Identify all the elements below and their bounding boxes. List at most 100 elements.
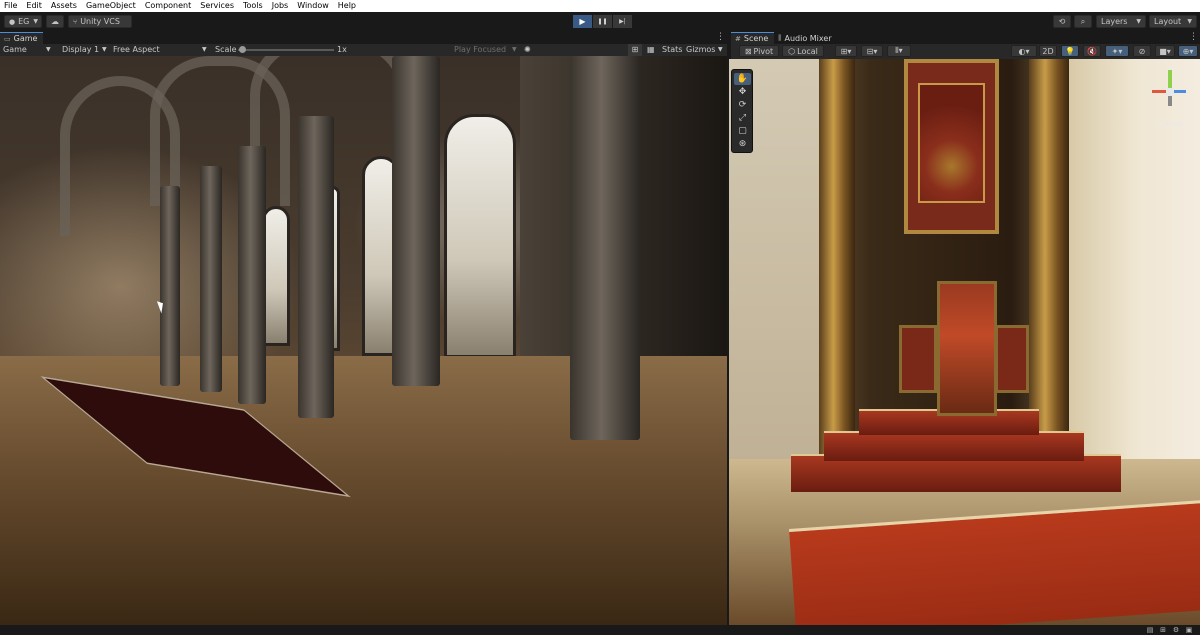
account-dropdown[interactable]: ● EG ▼ [4, 15, 42, 28]
account-icon: ● [9, 17, 16, 26]
menu-tools[interactable]: Tools [239, 0, 268, 12]
scene-view-viewport[interactable] [729, 59, 1200, 625]
tab-game-label: Game [13, 34, 38, 43]
scale-slider-handle[interactable] [239, 46, 246, 53]
more-options-icon[interactable]: ⋮ [716, 32, 725, 42]
play-icon: ▶ [579, 17, 586, 26]
menu-window[interactable]: Window [293, 0, 334, 12]
rect-tool-icon[interactable]: ▢ [734, 125, 751, 137]
toggle-2d-button[interactable]: 2D [1039, 45, 1057, 57]
pause-button[interactable]: ❚❚ [593, 15, 612, 28]
menu-jobs[interactable]: Jobs [268, 0, 294, 12]
version-control-button[interactable]: ⑂ Unity VCS [68, 15, 132, 28]
align-icon: ⫴▾ [895, 46, 903, 55]
gamepad-icon: ▭ [4, 34, 11, 43]
playback-controls: ▶ ❚❚ ▶| [573, 15, 633, 28]
tab-scene-label: Scene [743, 34, 769, 43]
search-button[interactable]: ⌕ [1074, 15, 1092, 28]
grid-icon[interactable]: ▦ [647, 44, 655, 56]
play-button[interactable]: ▶ [573, 15, 592, 28]
draw-mode-button[interactable]: ◐▾ [1011, 45, 1037, 57]
history-button[interactable]: ⟲ [1053, 15, 1071, 28]
step-icon: ▶| [619, 18, 626, 25]
tab-audio-mixer[interactable]: ⫼ Audio Mixer [774, 32, 838, 44]
menu-edit[interactable]: Edit [22, 0, 47, 12]
scale-slider[interactable] [238, 49, 334, 51]
menu-help[interactable]: Help [334, 0, 361, 12]
local-toggle[interactable]: ⬡ Local [782, 45, 824, 57]
tab-game[interactable]: ▭ Game [0, 32, 44, 44]
move-tool-icon[interactable]: ✥ [734, 86, 751, 98]
game-pillar [392, 56, 440, 386]
lighting-toggle[interactable]: 💡 [1061, 45, 1079, 57]
align-button[interactable]: ⫴▾ [887, 45, 911, 57]
visibility-toggle[interactable]: ⊘ [1133, 45, 1151, 57]
chevron-down-icon: ▼ [46, 46, 51, 53]
gizmo-center[interactable] [1166, 88, 1174, 96]
layout-dropdown[interactable]: Layout ▼ [1149, 15, 1197, 28]
gizmo-toggle-icon[interactable]: ⊞ [628, 44, 642, 56]
game-view-viewport[interactable] [0, 56, 727, 625]
scene-tool-palette: ✋ ✥ ⟳ ⤢ ▢ ⊛ [731, 69, 753, 153]
menu-component[interactable]: Component [141, 0, 196, 12]
audio-icon: 🔇 [1087, 46, 1097, 56]
grid-snap-button[interactable]: ⊞▾ [835, 45, 857, 57]
notifications-icon[interactable]: ▣ [1185, 626, 1193, 634]
status-bar: ▤ ⊞ ⚙ ▣ [0, 625, 1200, 635]
game-tabbar: ▭ Game ⋮ [0, 31, 727, 44]
layout-label: Layout [1154, 17, 1182, 26]
scale-tool-icon[interactable]: ⤢ [734, 112, 751, 124]
cloud-button[interactable]: ☁ [46, 15, 64, 28]
pivot-toggle[interactable]: ⊠ Pivot [739, 45, 779, 57]
game-pillar [160, 186, 180, 386]
chevron-down-icon: ▼ [33, 18, 38, 25]
menu-bar: File Edit Assets GameObject Component Se… [0, 0, 1200, 12]
play-focused-dropdown[interactable]: Play Focused [454, 44, 506, 56]
account-label: EG [18, 17, 30, 26]
local-icon: ⬡ [788, 46, 796, 56]
gizmo-z-axis[interactable] [1172, 90, 1186, 93]
layers-dropdown[interactable]: Layers ▼ [1096, 15, 1146, 28]
pivot-icon: ⊠ [744, 46, 752, 56]
throne-arm-left [899, 325, 937, 393]
scene-gold-column [819, 59, 855, 459]
gizmos-icon: ⊕▾ [1182, 46, 1194, 56]
gizmo-z-label: z [1188, 87, 1192, 95]
aspect-dropdown[interactable]: Free Aspect [113, 44, 160, 56]
gizmos-toggle[interactable]: ⊕▾ [1178, 45, 1198, 57]
hand-tool-icon[interactable]: ✋ [734, 73, 751, 85]
shading-icon: ◐▾ [1018, 46, 1030, 56]
gizmo-neg-y[interactable] [1168, 96, 1172, 106]
audio-toggle[interactable]: 🔇 [1083, 45, 1101, 57]
main-toolbar: ● EG ▼ ☁ ⑂ Unity VCS ▶ ❚❚ ▶| ⟲ ⌕ Layers … [0, 12, 1200, 31]
stats-button[interactable]: Stats [662, 44, 682, 56]
game-pillar [200, 166, 222, 392]
cloud-icon: ☁ [51, 17, 59, 26]
perspective-label[interactable]: < Persp [1155, 120, 1182, 128]
debug-icon[interactable]: ⚙ [1172, 626, 1180, 634]
scene-banner-ornament [918, 83, 985, 203]
snap-increment-button[interactable]: ⊟▾ [861, 45, 883, 57]
layers-label: Layers [1101, 17, 1128, 26]
menu-services[interactable]: Services [196, 0, 239, 12]
menu-gameobject[interactable]: GameObject [82, 0, 141, 12]
camera-settings-button[interactable]: ■▾ [1155, 45, 1175, 57]
tab-audio-mixer-label: Audio Mixer [784, 34, 832, 43]
more-options-icon[interactable]: ⋮ [1189, 32, 1198, 42]
gizmos-dropdown[interactable]: Gizmos [686, 44, 715, 56]
transform-tool-icon[interactable]: ⊛ [734, 138, 751, 150]
step-button[interactable]: ▶| [613, 15, 632, 28]
console-icon[interactable]: ▤ [1146, 626, 1154, 634]
game-mode-dropdown[interactable]: Game [3, 44, 27, 56]
display-dropdown[interactable]: Display 1 [62, 44, 99, 56]
rotate-tool-icon[interactable]: ⟳ [734, 99, 751, 111]
menu-file[interactable]: File [0, 0, 22, 12]
effects-toggle[interactable]: ✦▾ [1105, 45, 1129, 57]
game-pillar [298, 116, 334, 418]
audio-icon[interactable]: ✺ [524, 44, 531, 56]
tab-scene[interactable]: # Scene [731, 32, 775, 44]
stained-window [262, 206, 290, 346]
local-label: Local [797, 46, 818, 56]
menu-assets[interactable]: Assets [47, 0, 82, 12]
progress-icon[interactable]: ⊞ [1159, 626, 1167, 634]
